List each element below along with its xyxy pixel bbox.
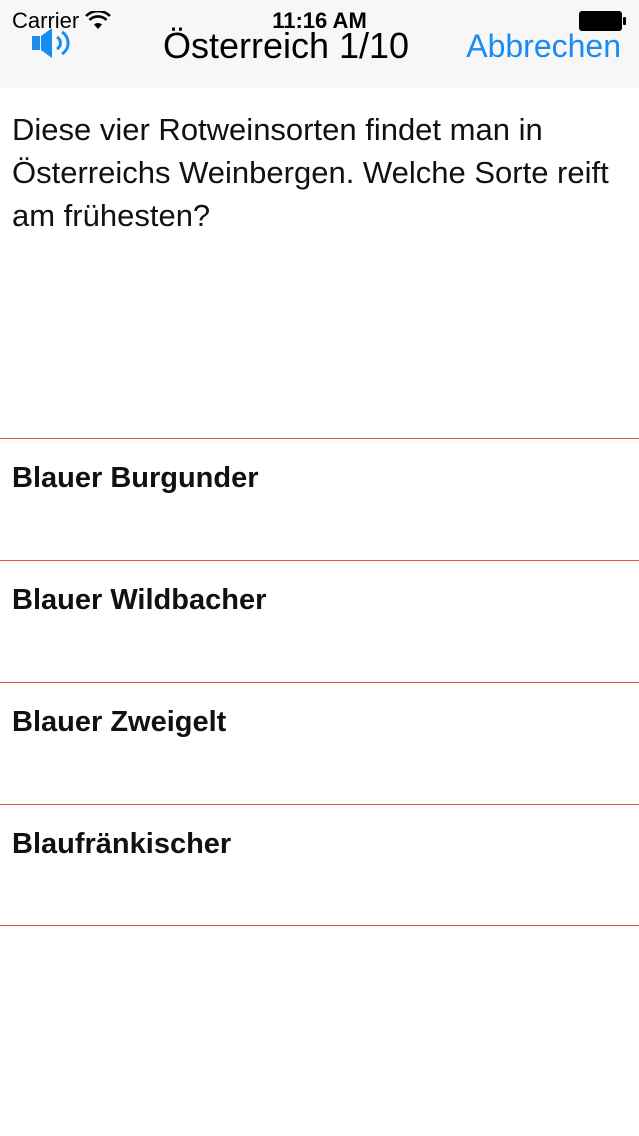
- question-text: Diese vier Rotweinsorten findet man in Ö…: [12, 112, 609, 233]
- answer-label: Blaufränkischer: [12, 828, 232, 860]
- top-bar: Carrier 11:16 AM Österreich 1/10 Abbrech…: [0, 0, 639, 88]
- answer-list: Blauer Burgunder Blauer Wildbacher Blaue…: [0, 438, 639, 926]
- answer-option-3[interactable]: Blauer Zweigelt: [0, 682, 639, 804]
- answer-option-2[interactable]: Blauer Wildbacher: [0, 560, 639, 682]
- answer-label: Blauer Wildbacher: [12, 584, 267, 616]
- quiz-screen: Carrier 11:16 AM Österreich 1/10 Abbrech…: [0, 0, 639, 1136]
- answer-option-1[interactable]: Blauer Burgunder: [0, 438, 639, 560]
- answer-label: Blauer Burgunder: [12, 462, 259, 494]
- cancel-button[interactable]: Abbrechen: [466, 24, 621, 68]
- answer-label: Blauer Zweigelt: [12, 706, 227, 738]
- answer-option-4[interactable]: Blaufränkischer: [0, 804, 639, 926]
